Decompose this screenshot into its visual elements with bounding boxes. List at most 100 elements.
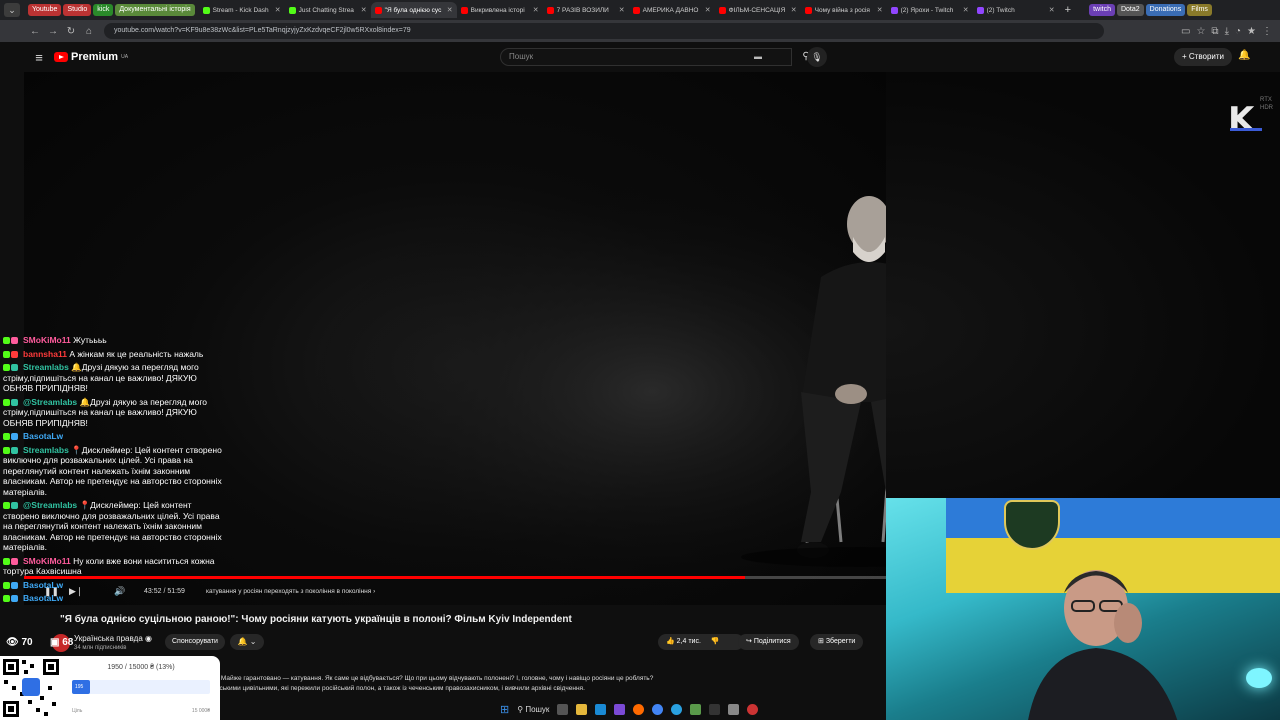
browser-tab[interactable]: (2) Twitch ✕ [973,2,1059,18]
bookmark-chip-2[interactable]: kick [93,4,114,16]
search-input[interactable]: Пошук [500,48,792,66]
forward-icon[interactable]: → [44,26,62,37]
url-field[interactable]: youtube.com/watch?v=KF9u8e38zWc&list=PLe… [104,23,1104,39]
bookmark-chip-3[interactable]: Документальні історія [115,4,195,16]
tab-close-icon[interactable]: ✕ [619,6,625,14]
browser-tab[interactable]: Чому війна з росія ✕ [801,2,887,18]
chat-badges [3,500,23,511]
star-icon[interactable]: ☆ [1196,26,1205,37]
browser-tab[interactable]: Stream - Kick Dash ✕ [199,2,285,18]
streamer-webcam [886,498,1280,720]
bookmark-chip-1[interactable]: Studio [63,4,92,16]
tab-label: 7 РАЗІВ ВОЗИЛИ [556,6,609,14]
bookmark-chip-right-3[interactable]: Films [1187,4,1212,16]
back-icon[interactable]: ← [26,26,44,37]
bookmark-star-icon[interactable]: ★ [1247,26,1256,37]
tab-close-icon[interactable]: ✕ [1049,6,1055,14]
bookmark-chip-right-2[interactable]: Donations [1145,4,1186,16]
like-count[interactable]: 2,4 тис. [677,638,701,645]
youtube-logo[interactable]: Premium UA [54,51,128,63]
chat-username[interactable]: BasotaLw [23,580,63,590]
channel-name[interactable]: Українська правда ◉ [74,634,152,643]
task-view-icon[interactable] [557,703,569,715]
chapter-label: катування у росіян переходять з поколінн… [206,588,372,595]
tab-close-icon[interactable]: ✕ [447,6,453,14]
profile-icon[interactable]: ◔ [1235,26,1241,37]
viewers-right-value: 68 [62,637,74,648]
chat-username[interactable]: @Streamlabs [23,500,79,510]
app-icon-4[interactable] [728,703,740,715]
role-badge-icon [11,557,18,565]
chrome-icon[interactable] [652,703,664,715]
save-button[interactable]: ⊞ Зберегти [810,634,864,650]
browser-tab[interactable]: (2) Ярохи - Twitch ✕ [887,2,973,18]
new-tab-icon[interactable]: + [1065,4,1071,16]
share-button[interactable]: ↪ Поділитися [738,634,799,650]
chat-username[interactable]: BasotaLw [23,431,63,441]
channel-watermark: K [1228,100,1255,140]
chat-message: Streamlabs 🔔Друзі дякую за перегляд мого… [3,362,223,394]
create-button[interactable]: + Створити [1174,48,1233,66]
firefox-icon[interactable] [633,703,645,715]
explorer-icon[interactable] [576,703,588,715]
telegram-icon[interactable] [671,703,683,715]
chat-badges [3,556,23,567]
channel-label: Українська правда [74,634,143,643]
subscribe-bell-button[interactable]: 🔔 ⌄ [230,634,264,650]
bookmark-chip-right-1[interactable]: Dota2 [1116,4,1144,16]
tab-close-icon[interactable]: ✕ [791,6,797,14]
chat-username[interactable]: bannsha11 [23,349,69,359]
tab-close-icon[interactable]: ✕ [963,6,969,14]
browser-tab[interactable]: ФІЛЬМ-СЕНСАЦІЯ ✕ [715,2,801,18]
video-description[interactable]: полоні? Майже гарантовано — катування. Я… [196,674,886,694]
tab-close-icon[interactable]: ✕ [705,6,711,14]
bookmark-chip-0[interactable]: Youtube [28,4,62,16]
app-icon-3[interactable] [709,703,721,715]
microphone-icon[interactable]: 🎙 [807,47,827,67]
chat-username[interactable]: BasotaLw [23,593,63,603]
app-icon-1[interactable] [614,703,626,715]
keyboard-icon[interactable]: ▬ [754,52,762,61]
chat-username[interactable]: SMoKiMo11 [23,335,73,345]
app-icon-2[interactable] [690,703,702,715]
tab-close-icon[interactable]: ✕ [533,6,539,14]
chat-message: @Streamlabs 📍Дисклеймер: Цей контент ств… [3,500,223,553]
platform-badge-icon [3,350,10,358]
hamburger-menu-icon[interactable]: ≡ [24,50,54,65]
download-icon[interactable]: ⤓ [1225,26,1229,37]
chat-username[interactable]: Streamlabs [23,362,71,372]
dislike-icon[interactable]: 👎 [711,638,720,645]
sponsor-button[interactable]: Спонсорувати [165,634,225,650]
tab-menu-button[interactable]: ⌄ [4,3,20,17]
menu-icon[interactable]: ⋮ [1262,26,1272,37]
cast-icon[interactable]: ▭ [1181,26,1190,37]
chat-username[interactable]: @Streamlabs [23,397,79,407]
browser-tab[interactable]: АМЕРИКА ДАВНО ✕ [629,2,715,18]
bookmark-chip-right-0[interactable]: twitch [1089,4,1115,16]
chat-username[interactable]: Streamlabs [23,445,71,455]
like-icon[interactable]: 👍 [666,638,675,645]
share-label: Поділитися [753,638,791,645]
extensions-icon[interactable]: ⧉ [1211,26,1218,37]
tab-close-icon[interactable]: ✕ [275,6,281,14]
platform-badge-icon [3,581,10,589]
browser-tab[interactable]: Викривлена історі ✕ [457,2,543,18]
windows-start-icon[interactable]: ⊞ [500,703,509,716]
obs-icon[interactable] [747,703,759,715]
chat-username[interactable]: SMoKiMo11 [23,556,73,566]
tab-close-icon[interactable]: ✕ [877,6,883,14]
home-icon[interactable]: ⌂ [80,26,98,37]
stream-chat-overlay: SMoKiMo11 Жутьььь bannsha11 А жінкам як ц… [3,335,223,635]
edge-icon[interactable] [595,703,607,715]
taskbar-search[interactable]: ⚲ Пошук [517,705,549,714]
notifications-icon[interactable]: 🔔 [1238,50,1250,61]
reload-icon[interactable]: ↻ [62,26,80,37]
chapter-title[interactable]: катування у росіян переходять з поколінн… [206,588,375,595]
tab-favicon [632,6,640,14]
browser-tab[interactable]: Just Chatting Strea ✕ [285,2,371,18]
browser-tab-bar: ⌄ Youtube Studio kick Документальні історія… [0,0,1280,20]
browser-tab[interactable]: 7 РАЗІВ ВОЗИЛИ ✕ [543,2,629,18]
tab-close-icon[interactable]: ✕ [361,6,367,14]
browser-tab[interactable]: "Я була однією сус ✕ [370,2,457,18]
flag-blue [946,498,1280,538]
